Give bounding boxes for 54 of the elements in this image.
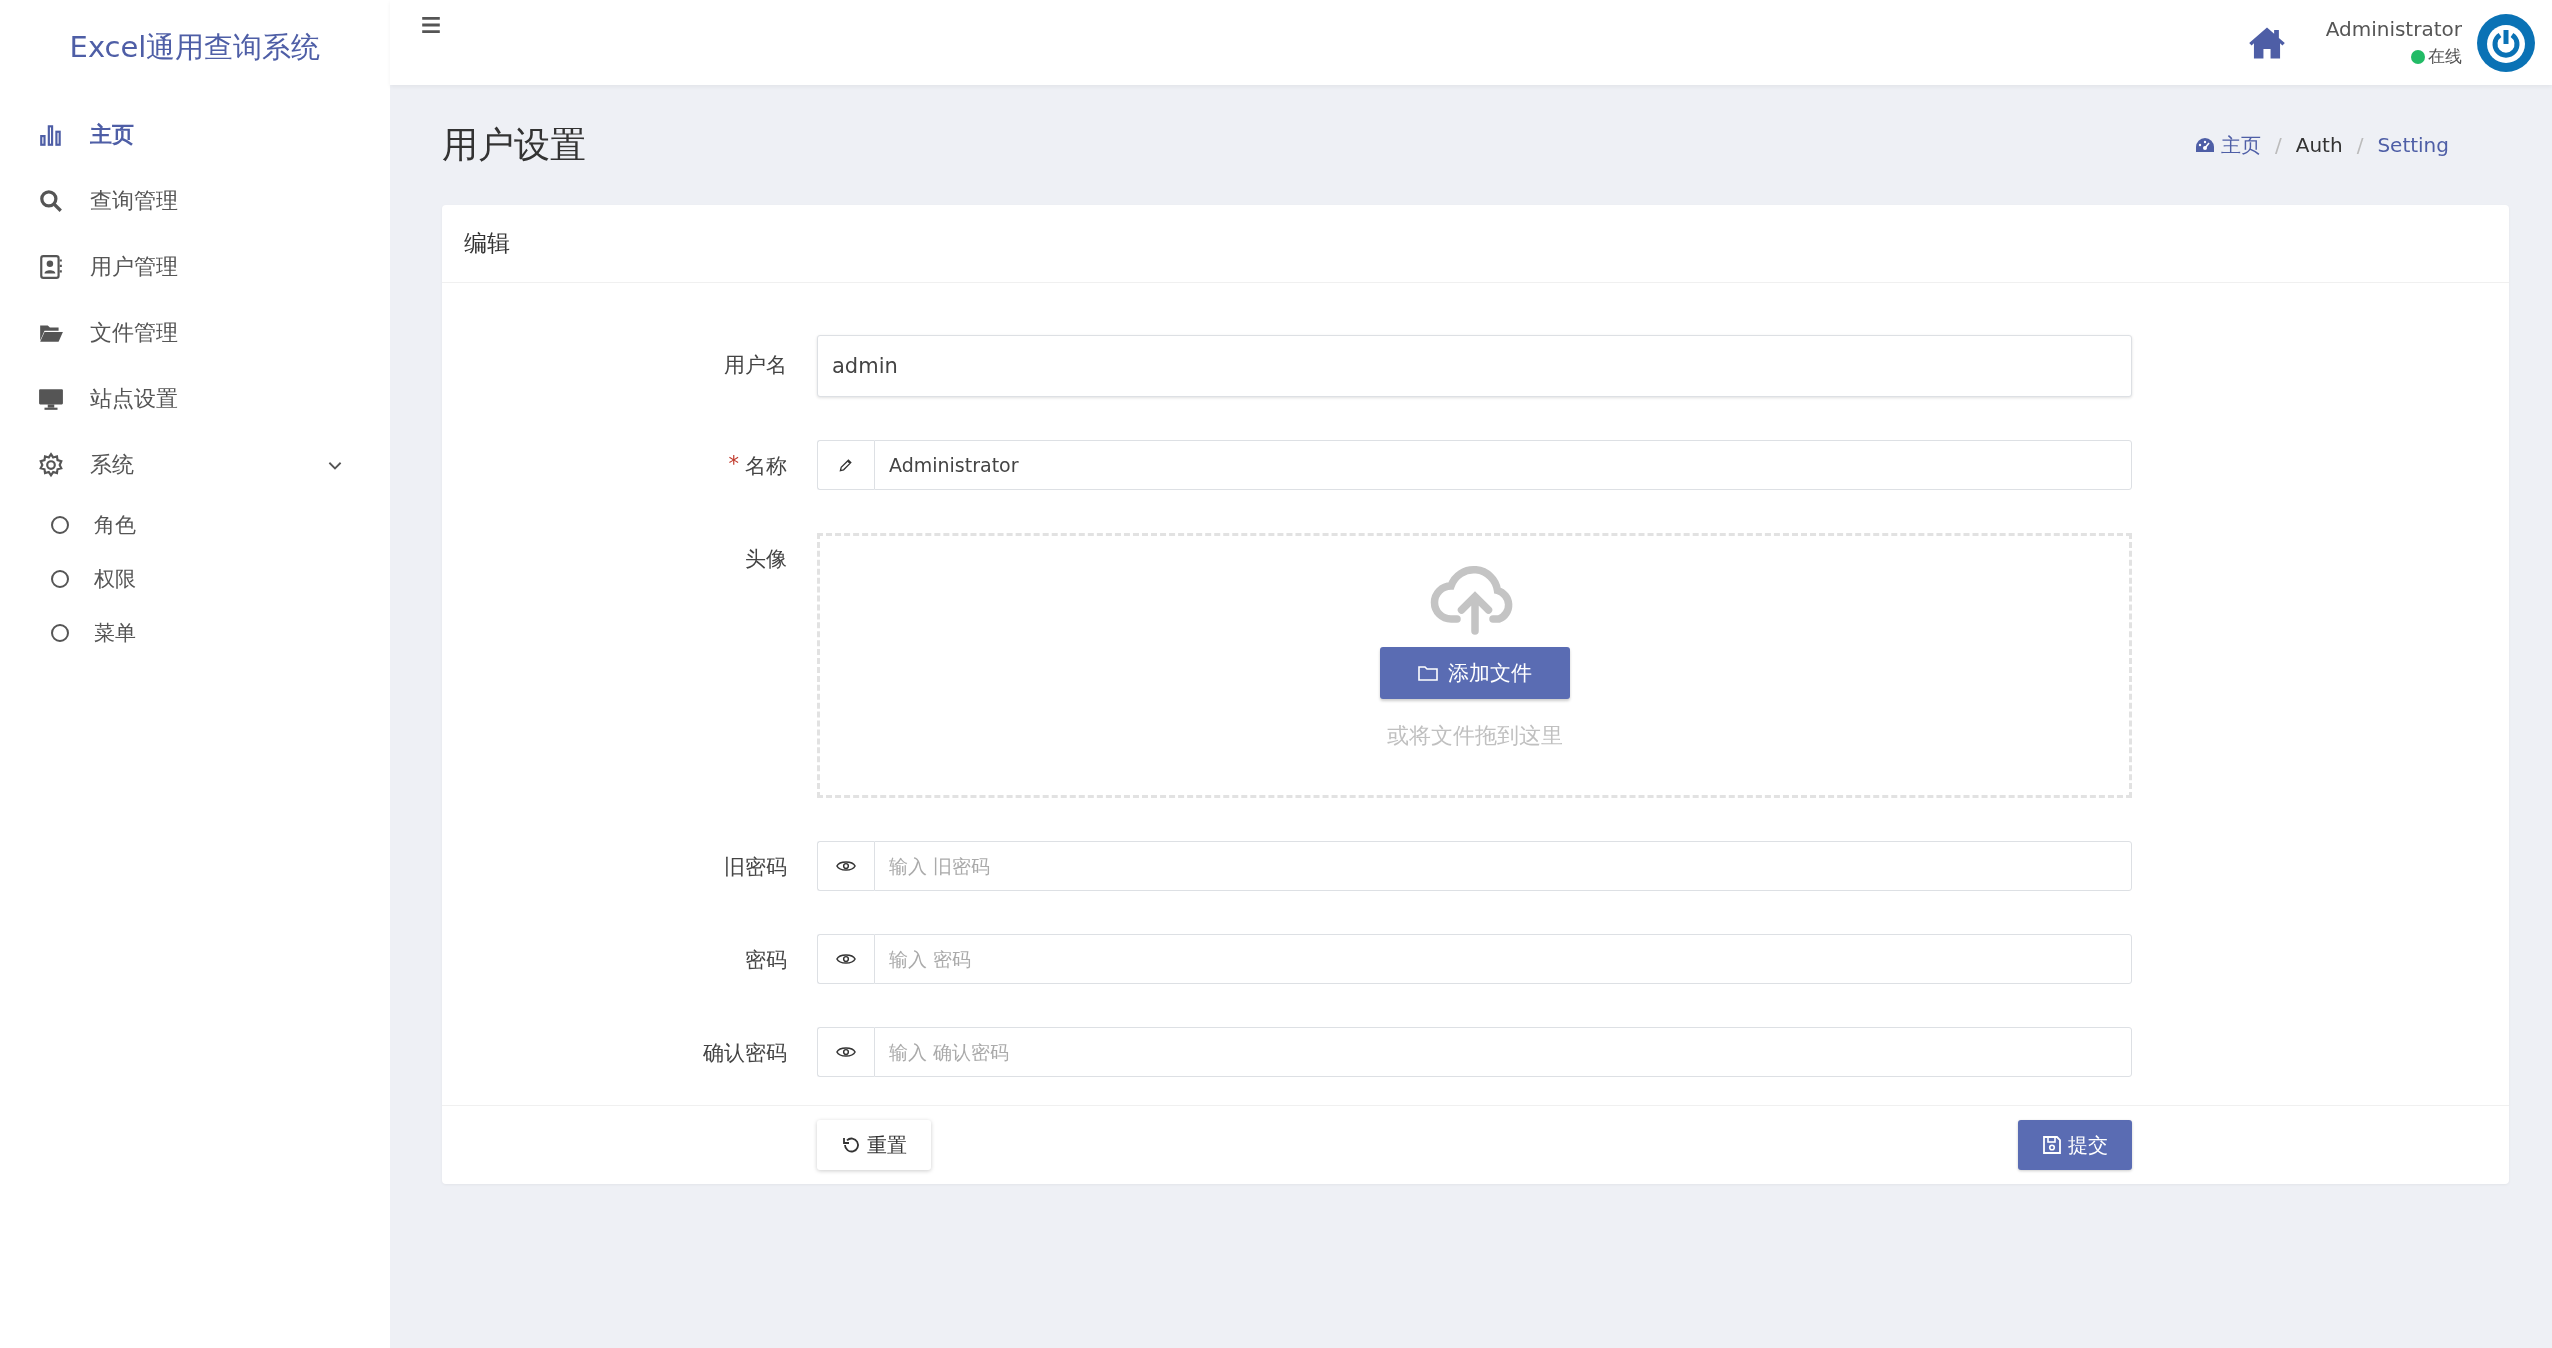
dashboard-icon xyxy=(2195,137,2215,153)
card-title: 编辑 xyxy=(464,229,510,258)
sidebar-item[interactable]: 站点设置 xyxy=(0,366,390,432)
eye-icon xyxy=(836,858,856,874)
circle-icon xyxy=(50,515,70,535)
field-label: 用户名 xyxy=(724,352,787,379)
breadcrumb-item[interactable]: Auth xyxy=(2295,133,2343,157)
breadcrumb-separator: / xyxy=(2356,133,2364,157)
sidebar-subitem[interactable]: 菜单 xyxy=(0,606,390,660)
required-asterisk: * xyxy=(728,452,739,478)
password-field[interactable]: 输入 旧密码 xyxy=(874,841,2132,891)
breadcrumb-current: Setting xyxy=(2377,133,2449,157)
search-icon xyxy=(38,188,64,214)
drop-hint: 或将文件拖到这里 xyxy=(1386,722,1563,750)
field-label: 名称 xyxy=(745,453,787,480)
settings-icon xyxy=(38,452,64,478)
page-title: 用户设置 xyxy=(442,122,586,167)
power-avatar-icon[interactable] xyxy=(2476,12,2536,73)
field-label: 旧密码 xyxy=(724,854,787,881)
folder-icon xyxy=(1417,665,1438,681)
name-field[interactable]: Administrator xyxy=(874,440,2132,490)
sidebar-item[interactable]: 文件管理 xyxy=(0,300,390,366)
circle-icon xyxy=(50,569,70,589)
sidebar-subitem[interactable]: 权限 xyxy=(0,552,390,606)
sidebar-item[interactable]: 主页 xyxy=(0,102,390,168)
field-label: 头像 xyxy=(745,546,787,573)
breadcrumb-link[interactable]: 主页 xyxy=(2195,131,2261,159)
field-label: 确认密码 xyxy=(703,1040,787,1067)
save-icon xyxy=(2042,1135,2062,1155)
username-field[interactable]: admin xyxy=(817,335,2132,397)
sidebar-item[interactable]: 系统 xyxy=(0,432,390,498)
monitor-icon xyxy=(38,386,64,412)
home-icon[interactable] xyxy=(2247,25,2286,60)
user-name: Administrator xyxy=(2325,17,2462,41)
sidebar-item[interactable]: 查询管理 xyxy=(0,168,390,234)
undo-icon xyxy=(841,1135,861,1155)
circle-icon xyxy=(50,623,70,643)
status-dot xyxy=(2411,49,2425,64)
eye-icon xyxy=(836,1044,856,1060)
breadcrumb-separator: / xyxy=(2275,133,2282,157)
submit-button[interactable]: 提交 xyxy=(2018,1120,2132,1170)
bar-chart-icon xyxy=(38,122,64,148)
status-text: 在线 xyxy=(2428,45,2462,68)
sidebar-item[interactable]: 用户管理 xyxy=(0,234,390,300)
add-file-button[interactable]: 添加文件 xyxy=(1379,647,1570,699)
password-field[interactable]: 输入 确认密码 xyxy=(874,1027,2132,1077)
eye-icon xyxy=(836,951,856,967)
contact-card-icon xyxy=(38,254,64,280)
password-field[interactable]: 输入 密码 xyxy=(874,934,2132,984)
reset-button[interactable]: 重置 xyxy=(817,1120,931,1170)
field-label: 密码 xyxy=(745,947,787,974)
file-drop-zone[interactable]: 添加文件 或将文件拖到这里 xyxy=(817,533,2132,798)
sidebar-subitem[interactable]: 角色 xyxy=(0,498,390,552)
app-logo-title: Excel通用查询系统 xyxy=(68,29,322,66)
